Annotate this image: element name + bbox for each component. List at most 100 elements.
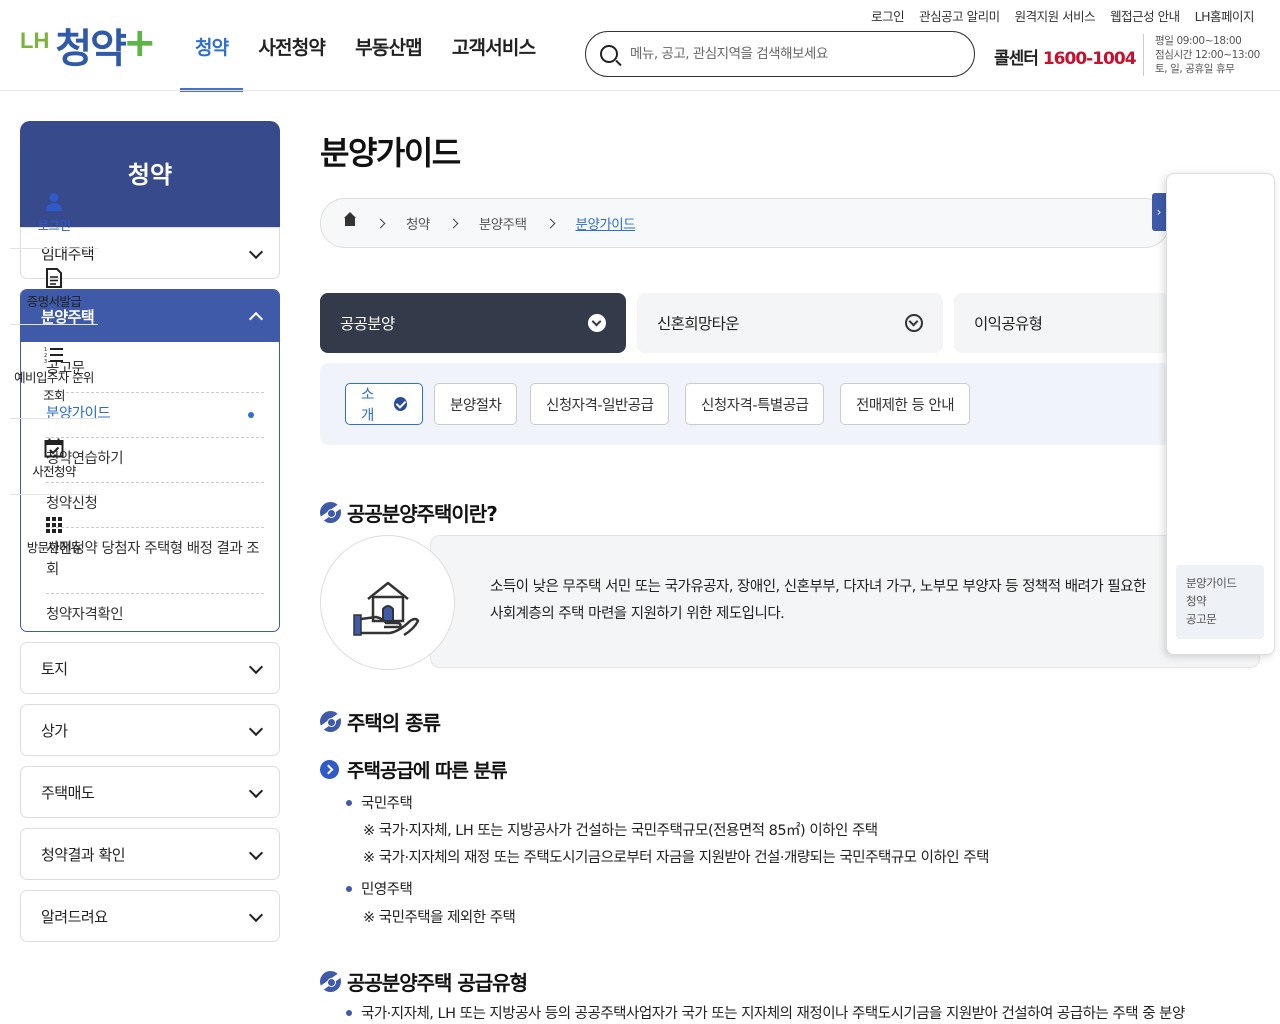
logo-plus: +	[122, 20, 157, 66]
quick-visited-menu-button[interactable]: 방문한메뉴	[10, 510, 98, 557]
subtab-general-eligibility[interactable]: 신청자격-일반공급	[530, 383, 670, 425]
subsection-title-text: 주택공급에 따른 분류	[347, 760, 508, 782]
hours-weekday: 평일 09:00~18:00	[1155, 35, 1242, 47]
nav-item-pre-subscription[interactable]: 사전청약	[243, 0, 340, 92]
recent-menu-item[interactable]: 분양가이드	[1186, 574, 1254, 592]
quick-label: 방문한메뉴	[26, 540, 82, 555]
chevron-down-icon	[248, 721, 264, 737]
recent-menu-item[interactable]: 청약	[1186, 592, 1254, 610]
search-box	[585, 31, 975, 77]
home-icon[interactable]	[343, 212, 357, 229]
chevron-down-icon	[248, 845, 264, 861]
quick-login-button[interactable]: 로그인	[10, 188, 98, 235]
sidebar-item-commercial[interactable]: 상가	[20, 704, 280, 756]
chevron-right-icon	[375, 218, 386, 228]
chevron-right-icon	[545, 218, 555, 228]
tab-public-sale[interactable]: 공공분양	[320, 293, 626, 353]
chevron-down-circle-icon	[905, 314, 923, 332]
subtab-label: 소개	[361, 387, 374, 424]
intro-line: 소득이 낮은 무주택 서민 또는 국가유공자, 장애인, 신혼부부, 다자녀 가…	[490, 579, 1146, 595]
list-item-supply-description: 국가·지자체, LH 또는 지방공사 등의 공공주택사업자가 국가 또는 지자체…	[346, 1002, 1276, 1023]
global-nav: 청약 사전청약 부동산맵 고객서비스	[180, 0, 550, 92]
quick-menu-toggle-button[interactable]: ›	[1152, 193, 1166, 231]
tab-label: 신혼희망타운	[657, 315, 740, 333]
quick-certificate-button[interactable]: 증명서발급	[10, 264, 98, 311]
section-marker-icon	[320, 711, 341, 732]
list-item-text: 국가·지자체, LH 또는 지방공사 등의 공공주택사업자가 국가 또는 지자체…	[361, 1006, 1185, 1022]
document-icon	[46, 264, 62, 288]
tab-profit-sharing[interactable]: 이익공유형	[954, 293, 1170, 353]
quick-waitlist-rank-button[interactable]: 123 예비입주자 순위 조회	[10, 340, 98, 405]
calendar-check-icon	[44, 434, 64, 458]
chevron-up-icon	[248, 311, 264, 327]
hours-lunch: 점심시간 12:00~13:00	[1155, 49, 1260, 61]
subtab-procedure[interactable]: 분양절차	[434, 383, 518, 425]
subtab-resale-restriction[interactable]: 전매제한 등 안내	[840, 383, 971, 425]
sidebar-item-label: 임대주택	[41, 244, 95, 263]
quick-divider	[10, 248, 98, 249]
quick-label: 증명서발급	[26, 294, 82, 309]
section-title-text: 공공분양주택이란?	[347, 502, 498, 526]
subsection-title-by-supply: 주택공급에 따른 분류	[320, 756, 508, 783]
sidebar-item-land[interactable]: 토지	[20, 642, 280, 694]
check-circle-icon	[393, 397, 407, 411]
util-accessibility-link[interactable]: 웹접근성 안내	[1110, 6, 1180, 25]
breadcrumb-current[interactable]: 분양가이드	[576, 213, 636, 233]
logo-prefix: LH	[20, 28, 50, 53]
subtab-intro[interactable]: 소개	[345, 383, 423, 425]
nav-item-customer-service[interactable]: 고객서비스	[437, 0, 550, 92]
section-title-public-housing: 공공분양주택이란?	[320, 498, 498, 527]
utility-links: 로그인 관심공고 알리미 원격지원 서비스 웹접근성 안내 LH홈페이지	[871, 6, 1254, 25]
sidebar-item-label: 토지	[41, 659, 68, 678]
sidebar-item-label: 알려드려요	[41, 907, 108, 926]
section-marker-icon	[320, 971, 341, 992]
section-title-text: 공공분양주택 공급유형	[347, 971, 528, 995]
intro-line: 사회계층의 주택 마련을 지원하기 위한 제도입니다.	[490, 606, 785, 622]
quick-label: 로그인	[37, 218, 71, 233]
search-icon[interactable]	[600, 45, 618, 63]
breadcrumb-item[interactable]: 청약	[406, 213, 430, 233]
subtab-special-eligibility[interactable]: 신청자격-특별공급	[685, 383, 825, 425]
note-line: ※ 국가·지자체, LH 또는 지방공사가 건설하는 국민주택규모(전용면적 8…	[363, 823, 878, 839]
section-title-housing-types: 주택의 종류	[320, 707, 441, 736]
quick-divider	[10, 324, 98, 325]
note-line: ※ 국민주택을 제외한 주택	[363, 910, 516, 926]
recent-menu-item[interactable]: 공고문	[1186, 610, 1254, 628]
header-divider	[0, 90, 1280, 91]
util-login-link[interactable]: 로그인	[871, 6, 905, 25]
callcenter-number: 1600-1004	[1042, 49, 1137, 69]
sidebar-item-house-sale[interactable]: 주택매도	[20, 766, 280, 818]
util-lh-homepage-link[interactable]: LH홈페이지	[1195, 6, 1255, 25]
recent-menu-list: 분양가이드 청약 공고문	[1176, 565, 1264, 639]
hours-holiday: 토, 일, 공휴일 휴무	[1155, 63, 1235, 75]
business-hours: 평일 09:00~18:00 점심시간 12:00~13:00 토, 일, 공휴…	[1143, 34, 1260, 76]
util-alert-link[interactable]: 관심공고 알리미	[919, 6, 1000, 25]
breadcrumb-item[interactable]: 분양주택	[479, 213, 527, 233]
nav-item-cheongyak[interactable]: 청약	[180, 0, 244, 92]
list-item-national-housing: 국민주택	[346, 792, 413, 813]
house-hand-icon	[320, 535, 455, 670]
quick-label: 사전청약	[32, 464, 76, 479]
svg-text:3: 3	[44, 359, 47, 364]
breadcrumb: 청약 분양주택 분양가이드	[320, 198, 1170, 248]
search-input[interactable]	[630, 46, 930, 62]
section-marker-icon	[320, 502, 341, 523]
submenu-item-eligibility-check[interactable]: 청약자격확인	[46, 594, 264, 631]
tab-newlywed-town[interactable]: 신혼희망타운	[637, 293, 943, 353]
site-logo[interactable]: LH 청약 +	[20, 20, 156, 72]
quick-divider	[10, 418, 98, 419]
note-line: ※ 국가·지자체의 재정 또는 주택도시기금으로부터 자금을 지원받아 건설·개…	[363, 850, 989, 866]
sidebar-item-result-check[interactable]: 청약결과 확인	[20, 828, 280, 880]
grid-icon	[45, 510, 63, 534]
intro-text: 소득이 낮은 무주택 서민 또는 국가유공자, 장애인, 신혼부부, 다자녀 가…	[490, 574, 1170, 628]
section-title-text: 주택의 종류	[347, 711, 441, 735]
quick-pre-subscription-button[interactable]: 사전청약	[10, 434, 98, 481]
tab-label: 이익공유형	[974, 315, 1043, 333]
tab-label: 공공분양	[340, 315, 395, 333]
util-remote-support-link[interactable]: 원격지원 서비스	[1015, 6, 1096, 25]
nav-item-realestate-map[interactable]: 부동산맵	[340, 0, 437, 92]
sidebar-item-announcements[interactable]: 알려드려요	[20, 890, 280, 942]
quick-label: 예비입주자 순위 조회	[14, 370, 94, 403]
quick-divider	[10, 494, 98, 495]
page-title: 분양가이드	[320, 134, 461, 172]
